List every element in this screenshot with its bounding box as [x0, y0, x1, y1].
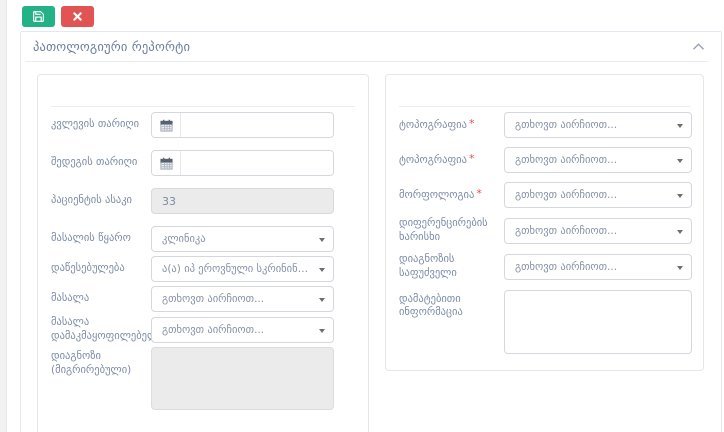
chevron-down-icon: [319, 268, 325, 272]
topography-select-2[interactable]: გთხოვთ აირჩიოთ...: [504, 147, 692, 173]
additional-info-label: დამატებითი ინფორმაცია: [399, 290, 504, 320]
required-mark: *: [476, 187, 482, 200]
form-row-patient-age: პაციენტის ასაკი: [51, 188, 355, 214]
x-icon: [73, 12, 82, 21]
chevron-up-icon: [693, 43, 704, 50]
floppy-disk-icon: [32, 10, 45, 23]
left-box-divider: [51, 87, 355, 107]
material-source-label: მასალის წყარო: [51, 232, 151, 246]
differentiation-grade-label: დიფერენცირების ხარისხი: [399, 217, 504, 244]
chevron-down-icon: [319, 238, 325, 242]
material-satisfactory-select[interactable]: გთხოვთ აირჩიოთ...: [151, 317, 334, 343]
chevron-down-icon: [677, 194, 683, 198]
chevron-down-icon: [677, 124, 683, 128]
morphology-select[interactable]: გთხოვთ აირჩიოთ...: [504, 182, 692, 208]
calendar-icon[interactable]: [152, 151, 181, 175]
page-left-gutter: [0, 0, 7, 432]
result-date-group: [151, 150, 334, 176]
form-row-institution: დაწესებულება ა(ა) იპ ეროვნული სკრინინგ ც…: [51, 256, 355, 282]
research-date-input[interactable]: [181, 113, 333, 137]
calendar-icon[interactable]: [152, 113, 181, 137]
form-row-topography-1: ტოპოგრაფია* გთხოვთ აირჩიოთ...: [399, 112, 690, 138]
institution-select[interactable]: ა(ა) იპ ეროვნული სკრინინგ ცენტრ...: [151, 256, 334, 282]
form-row-material-satisfactory: მასალა დამაკმაყოფილებელია გთხოვთ აირჩიოთ…: [51, 316, 355, 343]
additional-info-textarea[interactable]: [504, 290, 692, 354]
differentiation-grade-select[interactable]: გთხოვთ აირჩიოთ...: [504, 218, 692, 244]
topography-2-label: ტოპოგრაფია: [399, 154, 467, 166]
form-row-research-date: კვლევის თარიღი: [51, 112, 355, 138]
pathology-report-panel: პათოლოგიური რეპორტი კვლევის თარიღი: [20, 31, 722, 432]
form-row-morphology: მორფოლოგია* გთხოვთ აირჩიოთ...: [399, 182, 690, 208]
chevron-down-icon: [677, 230, 683, 234]
migrated-diagnosis-label: დიაგნოზი (მიგრირებული): [51, 347, 151, 377]
patient-age-field: [151, 188, 334, 214]
panel-header: პათოლოგიური რეპორტი: [25, 32, 708, 62]
migrated-diagnosis-textarea: [151, 347, 334, 410]
left-form-box: კვლევის თარიღი: [37, 74, 369, 432]
form-row-diagnosis-basis: დიაგნოზის საფუძველი გთხოვთ აირჩიოთ...: [399, 253, 690, 280]
institution-label: დაწესებულება: [51, 262, 151, 276]
form-row-migrated-diagnosis: დიაგნოზი (მიგრირებული): [51, 347, 355, 414]
chevron-down-icon: [319, 298, 325, 302]
chevron-down-icon: [677, 266, 683, 270]
panel-body: კვლევის თარიღი: [21, 62, 721, 432]
form-row-material: მასალა გთხოვთ აირჩიოთ...: [51, 286, 355, 312]
topography-1-label: ტოპოგრაფია: [399, 119, 467, 131]
result-date-label: შედეგის თარიღი: [51, 156, 151, 170]
result-date-input[interactable]: [181, 151, 333, 175]
chevron-down-icon: [677, 159, 683, 163]
diagnosis-basis-label: დიაგნოზის საფუძველი: [399, 253, 504, 280]
material-select[interactable]: გთხოვთ აირჩიოთ...: [151, 286, 334, 312]
material-satisfactory-label: მასალა დამაკმაყოფილებელია: [51, 316, 151, 343]
panel-title: პათოლოგიური რეპორტი: [33, 39, 190, 54]
required-mark: *: [469, 117, 475, 130]
form-row-result-date: შედეგის თარიღი: [51, 150, 355, 176]
save-button[interactable]: [22, 6, 55, 27]
toolbar: [0, 0, 724, 31]
chevron-down-icon: [319, 329, 325, 333]
form-row-additional-info: დამატებითი ინფორმაცია: [399, 290, 690, 358]
research-date-label: კვლევის თარიღი: [51, 118, 151, 132]
research-date-group: [151, 112, 334, 138]
patient-age-label: პაციენტის ასაკი: [51, 194, 151, 208]
diagnosis-basis-select[interactable]: გთხოვთ აირჩიოთ...: [504, 254, 692, 280]
delete-button[interactable]: [61, 6, 94, 27]
right-form-box: ტოპოგრაფია* გთხოვთ აირჩიოთ... ტოპოგრაფია…: [385, 74, 704, 371]
material-label: მასალა: [51, 292, 151, 306]
form-row-differentiation-grade: დიფერენცირების ხარისხი გთხოვთ აირჩიოთ...: [399, 217, 690, 244]
required-mark: *: [469, 152, 475, 165]
material-source-select[interactable]: კლინიკა: [151, 226, 334, 252]
collapse-button[interactable]: [691, 41, 706, 52]
right-box-divider: [399, 87, 690, 107]
form-row-material-source: მასალის წყარო კლინიკა: [51, 226, 355, 252]
form-row-topography-2: ტოპოგრაფია* გთხოვთ აირჩიოთ...: [399, 147, 690, 173]
morphology-label: მორფოლოგია: [399, 189, 474, 201]
topography-select-1[interactable]: გთხოვთ აირჩიოთ...: [504, 112, 692, 138]
